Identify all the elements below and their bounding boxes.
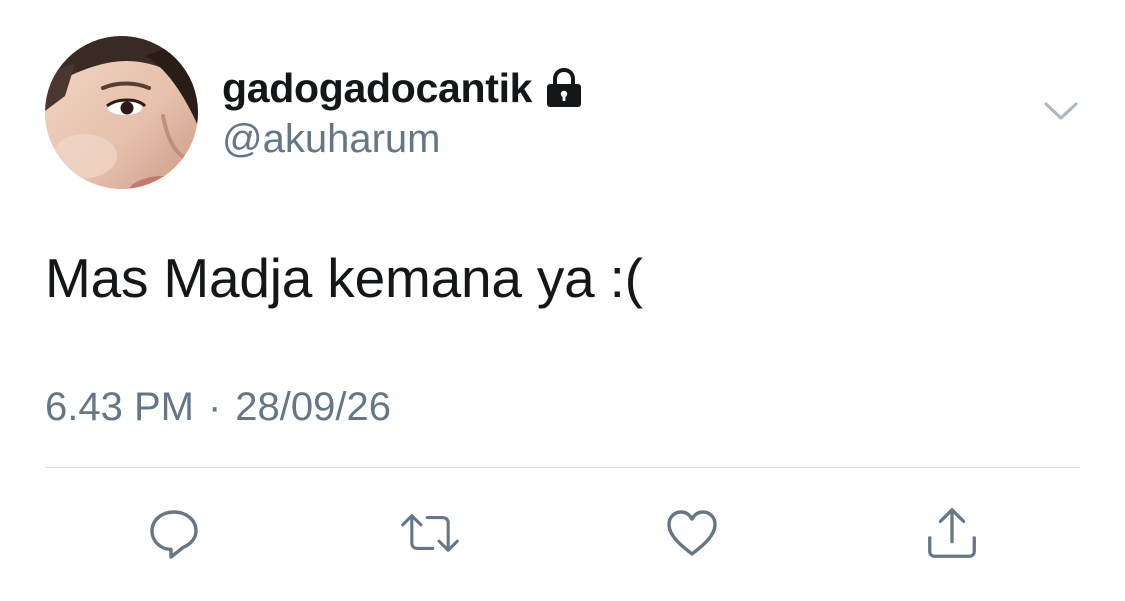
- tweet-date: 28/09/26: [235, 385, 391, 429]
- tweet-card: gadogadocantik @akuharum Mas Madja keman…: [0, 0, 1125, 601]
- share-button[interactable]: [922, 503, 982, 563]
- divider: [45, 467, 1080, 468]
- like-button[interactable]: [662, 503, 722, 563]
- tweet-timestamp[interactable]: 6.43 PM · 28/09/26: [45, 385, 391, 430]
- reply-button[interactable]: [144, 503, 204, 563]
- meta-separator: ·: [207, 385, 222, 429]
- retweet-button[interactable]: [400, 503, 460, 563]
- avatar-photo: [45, 36, 198, 189]
- lock-icon: [544, 67, 584, 109]
- author-name-row[interactable]: gadogadocantik: [222, 62, 584, 114]
- tweet-text: Mas Madja kemana ya :(: [45, 247, 643, 309]
- heart-icon: [667, 510, 717, 556]
- chevron-down-icon[interactable]: [1042, 96, 1080, 126]
- avatar[interactable]: [45, 36, 198, 189]
- share-icon: [928, 508, 976, 558]
- author-handle[interactable]: @akuharum: [222, 117, 440, 162]
- retweet-icon: [401, 514, 459, 552]
- display-name[interactable]: gadogadocantik: [222, 65, 532, 112]
- comment-icon: [150, 510, 198, 559]
- tweet-time: 6.43 PM: [45, 385, 194, 429]
